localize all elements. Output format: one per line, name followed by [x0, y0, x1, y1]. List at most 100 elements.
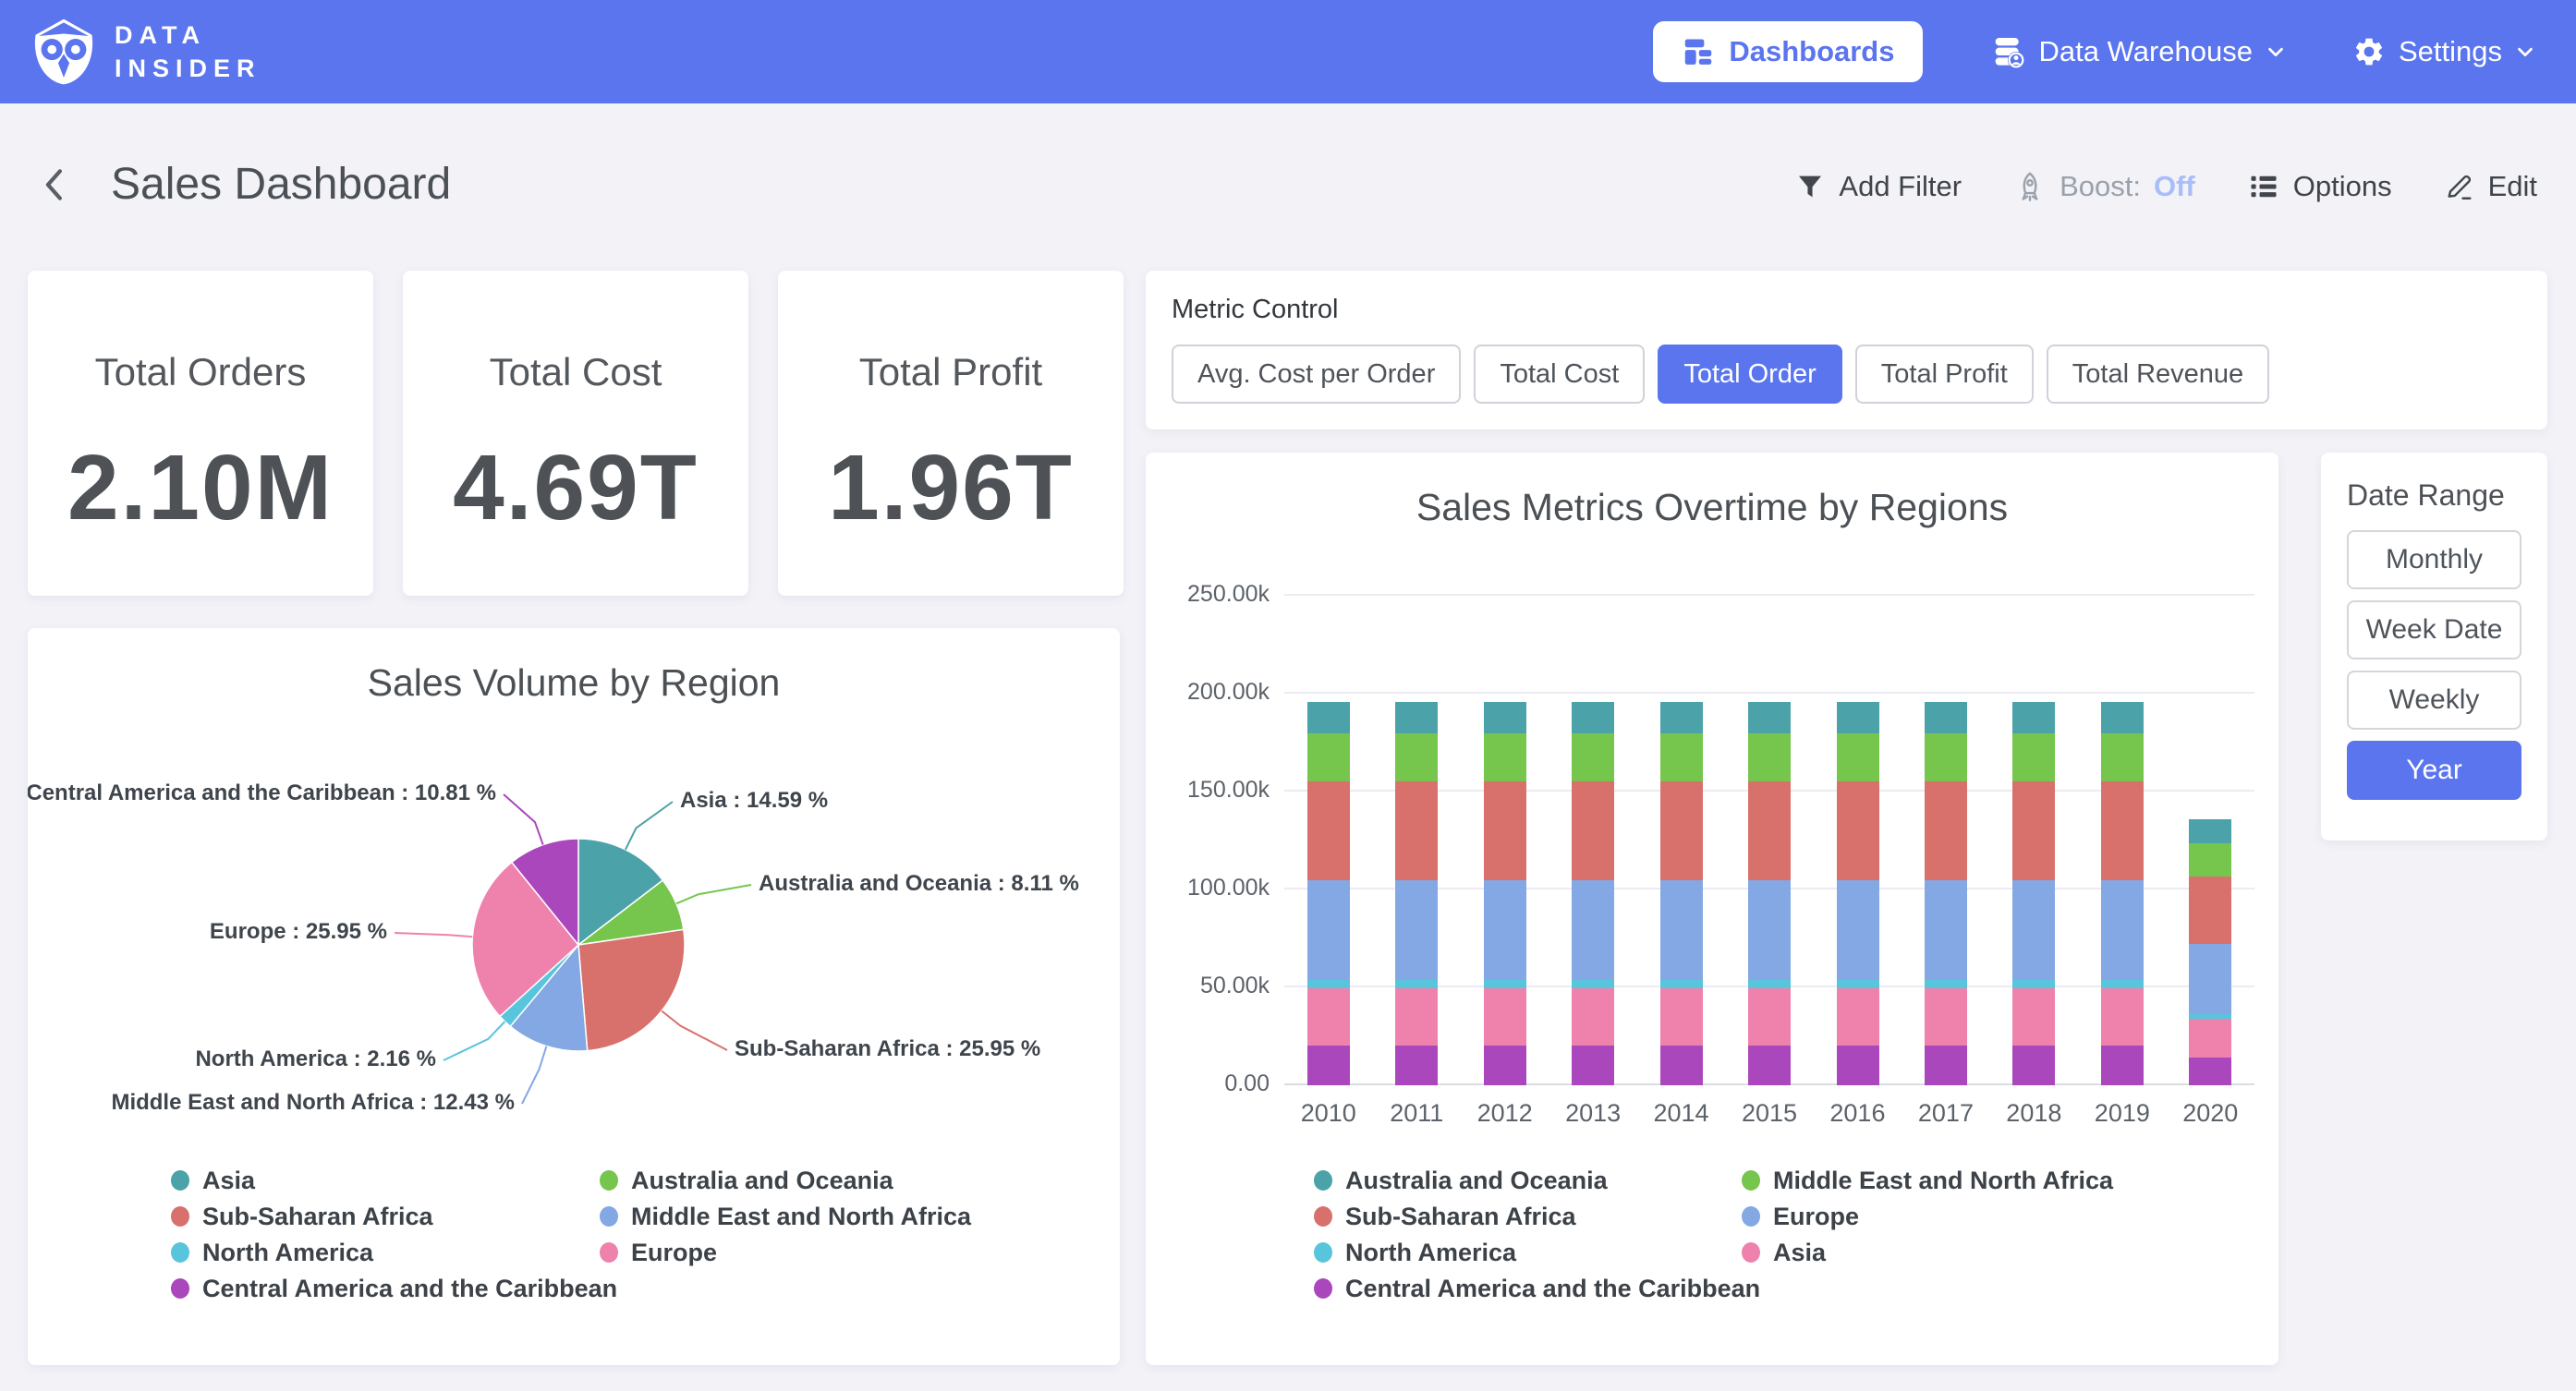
date-range-title: Date Range [2347, 478, 2505, 513]
bar-segment-2014-north-america [1660, 980, 1703, 988]
legend-dot [171, 1242, 189, 1263]
edit-button[interactable]: Edit [2444, 170, 2537, 203]
bar-segment-2017-sub-saharan-africa [1925, 781, 1967, 880]
y-tick-50.00k: 50.00k [1146, 973, 1270, 999]
x-tick-2013: 2013 [1549, 1099, 1637, 1128]
bar-segment-2010-middle-east-and-north-africa [1307, 733, 1350, 781]
metric-option-total-order[interactable]: Total Order [1658, 345, 1841, 404]
brand: DATA INSIDER [28, 16, 261, 88]
x-tick-2018: 2018 [1990, 1099, 2079, 1128]
bar-segment-2015-central-america-and-the-caribbean [1748, 1046, 1791, 1085]
nav-item-dashboards[interactable]: Dashboards [1653, 21, 1922, 82]
bar-segment-2017-europe [1925, 880, 1967, 980]
legend-item-central-america-and-the-caribbean[interactable]: Central America and the Caribbean [171, 1275, 617, 1302]
legend-column: Australia and Oceania Sub-Saharan Africa N… [1314, 1167, 1760, 1302]
bar-segment-2015-europe [1748, 880, 1791, 980]
bar-segment-2020-sub-saharan-africa [2189, 877, 2231, 944]
nav-item-settings[interactable]: Settings [2352, 35, 2535, 68]
pie-label-line-central-america-and-the-caribbean [504, 794, 543, 845]
bar-segment-2020-north-america [2189, 1014, 2231, 1019]
bar-segment-2014-europe [1660, 880, 1703, 980]
pie-label-line-middle-east-and-north-africa [522, 1046, 546, 1104]
legend-column: Middle East and North Africa Europe Asia [1742, 1167, 2113, 1266]
owl-logo-icon [28, 16, 100, 88]
bar-segment-2012-middle-east-and-north-africa [1484, 733, 1526, 781]
boost-state: Off [2154, 170, 2195, 203]
add-filter-button[interactable]: Add Filter [1794, 170, 1962, 203]
sales-dashboard-page: DATA INSIDER Dashboards [0, 0, 2576, 1391]
x-tick-2019: 2019 [2078, 1099, 2167, 1128]
legend-item-north-america[interactable]: North America [1314, 1239, 1760, 1266]
bar-segment-2014-sub-saharan-africa [1660, 781, 1703, 880]
bar-segment-2014-middle-east-and-north-africa [1660, 733, 1703, 781]
bar-segment-2016-middle-east-and-north-africa [1837, 733, 1879, 781]
gridline-200.00k [1284, 692, 2254, 694]
pie-label-europe: Europe : 25.95 % [28, 919, 387, 945]
pie-label-asia: Asia : 14.59 % [680, 788, 1120, 814]
nav-item-data-warehouse[interactable]: Data Warehouse [1989, 33, 2286, 70]
boost-toggle[interactable]: Boost: Off [2013, 170, 2195, 203]
metric-control-card: Metric Control Avg. Cost per OrderTotal … [1146, 271, 2547, 429]
legend-item-asia[interactable]: Asia [1742, 1239, 2113, 1266]
legend-item-asia[interactable]: Asia [171, 1167, 617, 1194]
kpi-label: Total Cost [403, 350, 748, 394]
metric-option-total-revenue[interactable]: Total Revenue [2047, 345, 2269, 404]
pie-chart-card: Sales Volume by Region Asia : 14.59 %Aus… [28, 628, 1120, 1365]
date-range-option-week-date[interactable]: Week Date [2347, 600, 2521, 659]
legend-label: Middle East and North Africa [631, 1203, 971, 1231]
metric-option-total-profit[interactable]: Total Profit [1855, 345, 2034, 404]
legend-item-middle-east-and-north-africa[interactable]: Middle East and North Africa [1742, 1167, 2113, 1194]
legend-item-north-america[interactable]: North America [171, 1239, 617, 1266]
bar-segment-2011-north-america [1395, 980, 1438, 988]
legend-item-australia-and-oceania[interactable]: Australia and Oceania [600, 1167, 971, 1194]
options-button[interactable]: Options [2247, 170, 2392, 203]
date-range-option-monthly[interactable]: Monthly [2347, 530, 2521, 589]
bar-segment-2017-central-america-and-the-caribbean [1925, 1046, 1967, 1085]
legend-item-central-america-and-the-caribbean[interactable]: Central America and the Caribbean [1314, 1275, 1760, 1302]
kpi-label: Total Profit [778, 350, 1124, 394]
metric-option-total-cost[interactable]: Total Cost [1474, 345, 1645, 404]
metric-control-title: Metric Control [1172, 295, 1339, 325]
bar-segment-2019-europe [2101, 880, 2144, 980]
pie-label-central-america-and-the-caribbean: Central America and the Caribbean : 10.8… [28, 780, 496, 806]
x-tick-2012: 2012 [1461, 1099, 1549, 1128]
filter-funnel-icon [1794, 171, 1826, 202]
legend-label: Sub-Saharan Africa [1345, 1203, 1576, 1231]
legend-dot [600, 1242, 618, 1263]
metric-option-avg-cost-per-order[interactable]: Avg. Cost per Order [1172, 345, 1461, 404]
legend-item-europe[interactable]: Europe [1742, 1203, 2113, 1230]
bar-segment-2010-central-america-and-the-caribbean [1307, 1046, 1350, 1085]
date-range-options: Monthly Week Date Weekly Year [2347, 530, 2521, 800]
y-tick-150.00k: 150.00k [1146, 777, 1270, 804]
nav-menu: Dashboards Data Warehouse [1653, 21, 2535, 82]
pie-label-line-australia-and-oceania [676, 885, 751, 903]
legend-item-sub-saharan-africa[interactable]: Sub-Saharan Africa [1314, 1203, 1760, 1230]
date-range-option-weekly[interactable]: Weekly [2347, 671, 2521, 730]
bar-segment-2016-asia [1837, 988, 1879, 1046]
legend-dot [600, 1206, 618, 1227]
bar-segment-2012-australia-and-oceania [1484, 702, 1526, 733]
bar-segment-2011-asia [1395, 988, 1438, 1046]
bar-segment-2020-asia [2189, 1019, 2231, 1058]
gridline-250.00k [1284, 594, 2254, 596]
brand-line-1: DATA [115, 18, 261, 52]
x-tick-2014: 2014 [1637, 1099, 1726, 1128]
add-filter-label: Add Filter [1839, 170, 1962, 203]
pie-label-sub-saharan-africa: Sub-Saharan Africa : 25.95 % [735, 1036, 1120, 1062]
back-button[interactable] [37, 161, 74, 209]
bar-segment-2016-central-america-and-the-caribbean [1837, 1046, 1879, 1085]
date-range-option-year[interactable]: Year [2347, 741, 2521, 800]
bar-segment-2019-middle-east-and-north-africa [2101, 733, 2144, 781]
legend-label: Sub-Saharan Africa [202, 1203, 433, 1231]
bar-segment-2016-sub-saharan-africa [1837, 781, 1879, 880]
legend-item-australia-and-oceania[interactable]: Australia and Oceania [1314, 1167, 1760, 1194]
nav-item-data-warehouse-label: Data Warehouse [2039, 35, 2253, 68]
metric-options: Avg. Cost per OrderTotal CostTotal Order… [1172, 345, 2269, 404]
legend-item-middle-east-and-north-africa[interactable]: Middle East and North Africa [600, 1203, 971, 1230]
page-header: Sales Dashboard [37, 159, 451, 210]
list-options-icon [2247, 170, 2280, 203]
bar-segment-2017-north-america [1925, 980, 1967, 988]
legend-item-europe[interactable]: Europe [600, 1239, 971, 1266]
legend-item-sub-saharan-africa[interactable]: Sub-Saharan Africa [171, 1203, 617, 1230]
legend-label: North America [202, 1239, 373, 1267]
